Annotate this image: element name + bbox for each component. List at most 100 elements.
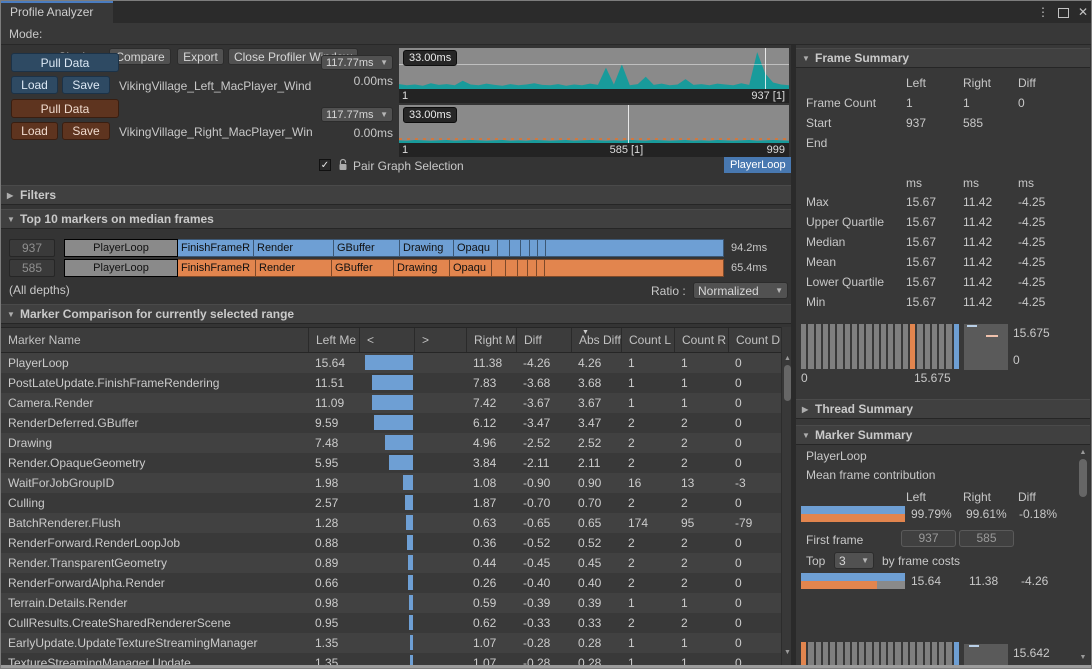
- column-header-right-m[interactable]: Right M: [466, 328, 516, 352]
- histogram-bin: [917, 324, 922, 369]
- marker-comparison-foldout[interactable]: ▼Marker Comparison for currently selecte…: [1, 304, 791, 324]
- marker-segment-gbuffer[interactable]: GBuffer: [334, 239, 400, 257]
- marker-segment[interactable]: [546, 239, 724, 257]
- value-cell: 0.45: [571, 553, 621, 573]
- marker-segment[interactable]: [506, 259, 518, 277]
- marker-segment[interactable]: [537, 259, 545, 277]
- table-row[interactable]: PlayerLoop15.6411.38-4.264.26110: [1, 353, 781, 373]
- top-n-dropdown[interactable]: 3▼: [834, 552, 874, 569]
- load-right-button[interactable]: Load: [11, 122, 58, 140]
- close-icon[interactable]: ✕: [1074, 4, 1092, 20]
- marker-summary-foldout[interactable]: ▼Marker Summary: [796, 425, 1090, 445]
- top10-foldout[interactable]: ▼Top 10 markers on median frames: [1, 209, 791, 229]
- column-header-count-l[interactable]: Count L: [621, 328, 674, 352]
- table-row[interactable]: Render.TransparentGeometry0.890.44-0.450…: [1, 553, 781, 573]
- scrollbar-thumb[interactable]: [1079, 459, 1087, 497]
- tab-label: Profile Analyzer: [10, 5, 93, 19]
- histogram-bin: [946, 324, 951, 369]
- marker-summary-boxplot[interactable]: [964, 644, 1008, 666]
- marker-segment[interactable]: [510, 239, 521, 257]
- column-header-diff[interactable]: Diff: [516, 328, 571, 352]
- selected-marker-chip[interactable]: PlayerLoop: [724, 157, 792, 173]
- range-right-dropdown[interactable]: 117.77ms▼: [321, 107, 393, 122]
- marker-segment[interactable]: [518, 259, 528, 277]
- tab-profile-analyzer[interactable]: Profile Analyzer: [1, 1, 113, 23]
- column-header--[interactable]: <: [359, 328, 414, 352]
- marker-segment-drawing[interactable]: Drawing: [400, 239, 454, 257]
- marker-segment[interactable]: [521, 239, 530, 257]
- table-row[interactable]: CullResults.CreateSharedRendererScene0.9…: [1, 613, 781, 633]
- pair-graph-selection-checkbox[interactable]: ✓: [319, 159, 331, 171]
- table-row[interactable]: RenderForwardAlpha.Render0.660.26-0.400.…: [1, 573, 781, 593]
- horizontal-scrollbar[interactable]: [1, 665, 1091, 668]
- marker-segment-opaqu[interactable]: Opaqu: [454, 239, 498, 257]
- column-header-count-r[interactable]: Count R: [674, 328, 728, 352]
- frame-graph-left[interactable]: 33.00ms: [399, 48, 789, 89]
- frame-graph-right[interactable]: 33.00ms: [399, 105, 789, 143]
- marker-segment-drawing[interactable]: Drawing: [394, 259, 450, 277]
- first-frame-right-button[interactable]: 585: [959, 530, 1014, 547]
- marker-segment-finishframer[interactable]: FinishFrameR: [178, 239, 254, 257]
- thread-summary-foldout[interactable]: ▶Thread Summary: [796, 399, 1090, 419]
- range-left-dropdown[interactable]: 117.77ms▼: [321, 55, 393, 70]
- table-row[interactable]: BatchRenderer.Flush1.280.63-0.650.651749…: [1, 513, 781, 533]
- scrollbar-thumb[interactable]: [784, 365, 791, 401]
- table-row[interactable]: RenderForward.RenderLoopJob0.880.36-0.52…: [1, 533, 781, 553]
- table-row[interactable]: Drawing7.484.96-2.522.52220: [1, 433, 781, 453]
- marker-segment[interactable]: [528, 259, 537, 277]
- maximize-icon[interactable]: [1058, 8, 1069, 18]
- frame-summary-histogram[interactable]: [801, 324, 959, 369]
- left-median-tick: [969, 645, 979, 647]
- frame-summary-boxplot[interactable]: [964, 324, 1008, 370]
- scroll-down-arrow[interactable]: ▼: [1077, 654, 1089, 661]
- column-header-abs-diff[interactable]: Abs Diff▼: [571, 328, 621, 352]
- pull-data-left-button[interactable]: Pull Data: [11, 53, 119, 72]
- marker-segment-playerloop[interactable]: PlayerLoop: [64, 239, 178, 257]
- column-header-left-me[interactable]: Left Me: [308, 328, 359, 352]
- value-cell: 0: [728, 353, 781, 373]
- save-left-button[interactable]: Save: [62, 76, 110, 94]
- first-frame-left-button[interactable]: 937: [901, 530, 956, 547]
- table-row[interactable]: Camera.Render11.097.42-3.673.67110: [1, 393, 781, 413]
- frame-index-button[interactable]: 937: [9, 239, 55, 257]
- marker-segment-playerloop[interactable]: PlayerLoop: [64, 259, 178, 277]
- scroll-up-arrow[interactable]: ▲: [1077, 449, 1089, 456]
- load-left-button[interactable]: Load: [11, 76, 58, 94]
- marker-segment-gbuffer[interactable]: GBuffer: [332, 259, 394, 277]
- value-cell: -0.39: [516, 593, 571, 613]
- column-header-count-d[interactable]: Count D: [728, 328, 781, 352]
- table-row[interactable]: RenderDeferred.GBuffer9.596.12-3.473.472…: [1, 413, 781, 433]
- table-row[interactable]: Terrain.Details.Render0.980.59-0.390.391…: [1, 593, 781, 613]
- ratio-dropdown[interactable]: Normalized▼: [693, 282, 788, 299]
- right-panel-scrollbar[interactable]: ▲ ▼: [1077, 446, 1089, 667]
- column-header--[interactable]: >: [414, 328, 466, 352]
- frame-index-button[interactable]: 585: [9, 259, 55, 277]
- marker-segment[interactable]: [545, 259, 724, 277]
- save-right-button[interactable]: Save: [62, 122, 110, 140]
- marker-segment[interactable]: [492, 259, 506, 277]
- marker-segment-opaqu[interactable]: Opaqu: [450, 259, 492, 277]
- frame-summary-foldout[interactable]: ▼Frame Summary: [796, 48, 1090, 68]
- value-cell: 0.95: [308, 613, 359, 633]
- marker-segment[interactable]: [530, 239, 538, 257]
- value-cell: [359, 393, 414, 413]
- kebab-menu-icon[interactable]: ⋮: [1034, 4, 1052, 20]
- histogram-bin: [816, 324, 821, 369]
- marker-segment[interactable]: [538, 239, 546, 257]
- table-row[interactable]: PostLateUpdate.FinishFrameRendering11.51…: [1, 373, 781, 393]
- marker-segment-render[interactable]: Render: [256, 259, 332, 277]
- marker-segment-render[interactable]: Render: [254, 239, 334, 257]
- marker-segment-finishframer[interactable]: FinishFrameR: [178, 259, 256, 277]
- table-row[interactable]: EarlyUpdate.UpdateTextureStreamingManage…: [1, 633, 781, 653]
- export-button[interactable]: Export: [177, 48, 224, 65]
- histogram-bin: [808, 642, 813, 666]
- table-row[interactable]: Culling2.571.87-0.700.70220: [1, 493, 781, 513]
- frame-summary-stat-row: Upper Quartile15.6711.42-4.25: [796, 212, 1090, 232]
- filters-foldout[interactable]: ▶Filters: [1, 185, 791, 205]
- marker-summary-histogram[interactable]: [801, 642, 959, 666]
- table-row[interactable]: WaitForJobGroupID1.981.08-0.900.901613-3: [1, 473, 781, 493]
- table-row[interactable]: Render.OpaqueGeometry5.953.84-2.112.1122…: [1, 453, 781, 473]
- marker-segment[interactable]: [498, 239, 510, 257]
- column-header-marker-name[interactable]: Marker Name: [1, 328, 308, 352]
- pull-data-right-button[interactable]: Pull Data: [11, 99, 119, 118]
